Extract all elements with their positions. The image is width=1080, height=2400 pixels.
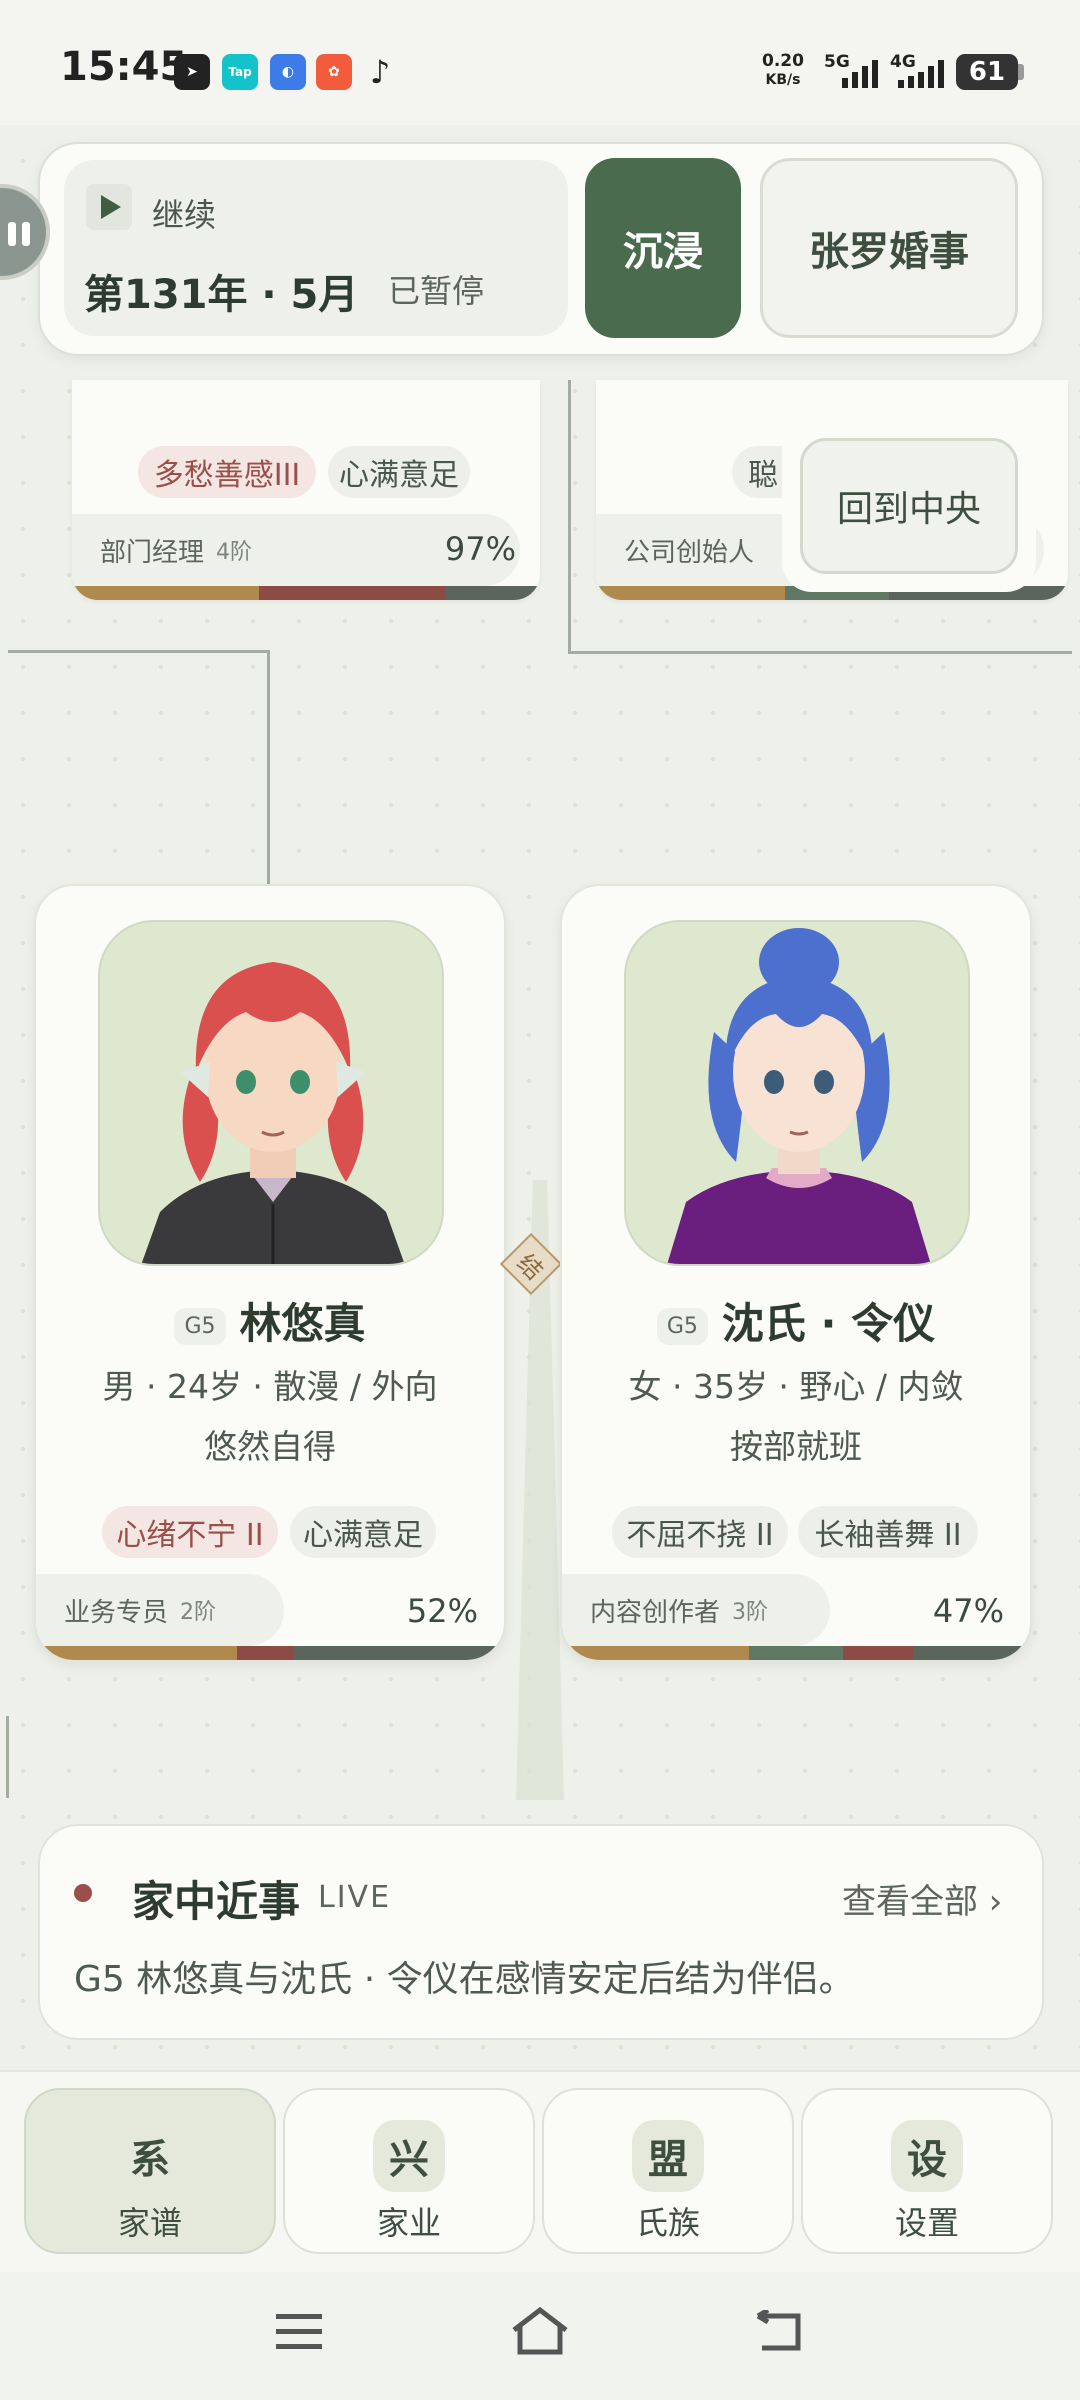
arrange-marriage-button[interactable]: 张罗婚事 <box>760 158 1018 338</box>
nav-label: 氏族 <box>635 2204 700 2242</box>
nav-label: 家谱 <box>117 2204 182 2242</box>
tree-line <box>6 1716 9 1798</box>
person-card-lin[interactable]: G5 林悠真 男 · 24岁 · 散漫 / 外向 悠然自得 心绪不宁 II 心满意… <box>34 884 506 1662</box>
tree-line <box>8 650 270 653</box>
news-title: 家中近事 <box>132 1877 301 1926</box>
trait-tag: 心满意足 <box>328 446 470 498</box>
nav-label: 家业 <box>376 2204 441 2242</box>
business-icon: 兴 <box>373 2120 445 2192</box>
browser-icon: ◐ <box>270 54 306 90</box>
tree-line <box>267 650 270 886</box>
view-all-link[interactable]: 查看全部 › <box>842 1874 1002 1923</box>
grade-badge: G5 <box>656 1308 708 1345</box>
family-news-card <box>38 1824 1044 2040</box>
back-icon[interactable] <box>754 2307 806 2354</box>
clan-icon: 盟 <box>632 2120 704 2192</box>
taptap-icon: Tap <box>222 54 258 90</box>
nav-label: 设置 <box>894 2204 959 2242</box>
continue-label[interactable]: 继续 <box>152 190 216 236</box>
home-icon[interactable] <box>510 2306 570 2356</box>
pause-state: 已暂停 <box>388 272 485 310</box>
person-info: 女 · 35岁 · 野心 / 内敛 <box>628 1367 964 1406</box>
live-badge: LIVE <box>318 1880 392 1915</box>
progress-percent: 97% <box>444 530 516 568</box>
personality-trait: 悠然自得 <box>204 1427 336 1466</box>
color-stripe <box>36 1646 504 1660</box>
play-icon[interactable] <box>86 184 132 230</box>
progress-percent: 47% <box>932 1592 1004 1630</box>
avatar <box>98 920 444 1266</box>
genealogy-icon: 系 <box>130 2137 170 2183</box>
shop-icon: ✿ <box>316 54 352 90</box>
tree-line <box>568 380 571 654</box>
nav-settings[interactable]: 设 设置 <box>801 2088 1053 2254</box>
signal-icon <box>898 58 944 88</box>
nav-genealogy[interactable]: 系 家谱 <box>24 2088 276 2254</box>
person-name: G5 沈氏 · 令仪 <box>562 1290 1030 1351</box>
clock: 15:45 <box>60 44 188 90</box>
person-name: G5 林悠真 <box>36 1290 504 1351</box>
progress-percent: 52% <box>406 1592 478 1630</box>
trait-tag: 长袖善舞 II <box>798 1506 978 1558</box>
upper-person-card[interactable]: 多愁善感III 心满意足 部门经理 4阶 97% <box>72 380 540 600</box>
personality-trait: 按部就班 <box>730 1427 862 1466</box>
trait-tag: 心绪不宁 II <box>102 1506 278 1558</box>
game-date: 第131年 · 5月 <box>84 272 359 318</box>
nav-clan[interactable]: 盟 氏族 <box>542 2088 794 2254</box>
avatar <box>624 920 970 1266</box>
trait-tag: 心满意足 <box>290 1506 436 1558</box>
net-speed: 0.20 KB/s <box>762 51 804 89</box>
menu-icon[interactable] <box>276 2312 322 2352</box>
telegram-icon: ➤ <box>174 54 210 90</box>
signal-icon <box>842 58 878 88</box>
battery-icon: 61 <box>956 54 1018 90</box>
trait-tag: 不屈不挠 II <box>612 1506 788 1558</box>
tiktok-icon: ♪ <box>369 53 391 91</box>
recenter-button[interactable]: 回到中央 <box>800 438 1018 574</box>
person-info: 男 · 24岁 · 散漫 / 外向 <box>102 1367 438 1406</box>
grade-badge: G5 <box>174 1308 226 1345</box>
role-bar: 内容创作者 3阶 <box>562 1574 830 1646</box>
nav-business[interactable]: 兴 家业 <box>283 2088 535 2254</box>
color-stripe <box>72 586 540 600</box>
settings-icon: 设 <box>891 2120 963 2192</box>
trait-tag: 多愁善感III <box>138 446 316 498</box>
color-stripe <box>562 1646 1030 1660</box>
news-text: G5 林悠真与沈氏 · 令仪在感情安定后结为伴侣。 <box>74 1959 855 2000</box>
role-bar: 业务专员 2阶 <box>36 1574 284 1646</box>
battery-tip <box>1018 64 1024 80</box>
tree-line <box>568 651 1072 654</box>
live-dot-icon <box>74 1884 92 1902</box>
immerse-button[interactable]: 沉浸 <box>585 158 741 338</box>
person-card-shen[interactable]: G5 沈氏 · 令仪 女 · 35岁 · 野心 / 内敛 按部就班 不屈不挠 II… <box>560 884 1032 1662</box>
